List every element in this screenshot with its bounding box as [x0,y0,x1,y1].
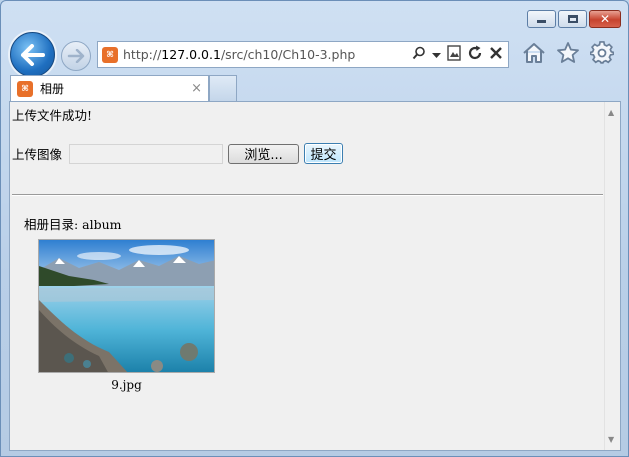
url-scheme: http:// [123,47,162,62]
browse-button[interactable]: 浏览... [228,143,300,164]
image-filename: 9.jpg [111,378,142,392]
search-icon[interactable] [412,46,426,63]
forward-arrow-icon [67,49,85,63]
submit-button[interactable]: 提交 [304,143,344,164]
tab-title: 相册 [40,82,65,96]
album-image-thumbnail[interactable] [38,239,215,373]
minimize-button[interactable] [527,10,556,28]
upload-success-message: 上传文件成功! [12,108,93,123]
url-host: 127.0.0.1 [161,47,221,62]
lake-mountain-photo [39,240,214,372]
new-tab-button[interactable] [209,75,237,101]
tab-favicon-icon: ⌘ [17,80,33,97]
upload-form: 上传图像 浏览... 提交 [12,143,344,164]
address-tools [412,45,508,64]
compatibility-view-icon[interactable] [447,45,461,64]
refresh-icon[interactable] [467,45,483,64]
home-icon[interactable] [522,39,546,67]
scroll-down-icon[interactable]: ▼ [608,435,614,444]
forward-button[interactable] [61,41,91,71]
file-path-input[interactable] [69,143,224,164]
divider [12,194,603,196]
address-bar[interactable]: ⌘ http://127.0.0.1/src/ch10/Ch10-3.php [97,41,509,68]
back-button[interactable] [10,32,55,77]
url-path: /src/ch10/Ch10-3.php [220,47,356,62]
upload-label: 上传图像 [12,147,63,162]
page-content: 上传文件成功! 上传图像 浏览... 提交 相册目录: album 9.jpg … [9,101,621,451]
command-icons [522,39,614,67]
window-caption-buttons: ✕ [527,10,621,28]
close-window-button[interactable]: ✕ [589,10,621,28]
settings-gear-icon[interactable] [590,39,614,67]
scroll-up-icon[interactable]: ▲ [608,108,614,117]
site-favicon-icon: ⌘ [102,46,118,63]
stop-icon[interactable] [489,46,503,63]
back-arrow-icon [20,43,45,66]
maximize-icon [567,15,578,23]
maximize-button[interactable] [558,10,587,28]
browser-window: ✕ ⌘ http://127.0.0.1/src/ch10/Ch10-3.php [0,0,629,457]
address-url[interactable]: http://127.0.0.1/src/ch10/Ch10-3.php [123,47,355,62]
tab-close-icon[interactable]: × [191,81,202,96]
minimize-icon [537,20,546,23]
dropdown-arrow-icon[interactable] [432,47,441,62]
vertical-scrollbar[interactable]: ▲ ▼ [604,102,620,450]
album-directory-label: 相册目录: album [24,217,122,232]
favorites-star-icon[interactable] [556,39,580,67]
tab-album[interactable]: ⌘ 相册 × [10,75,209,101]
